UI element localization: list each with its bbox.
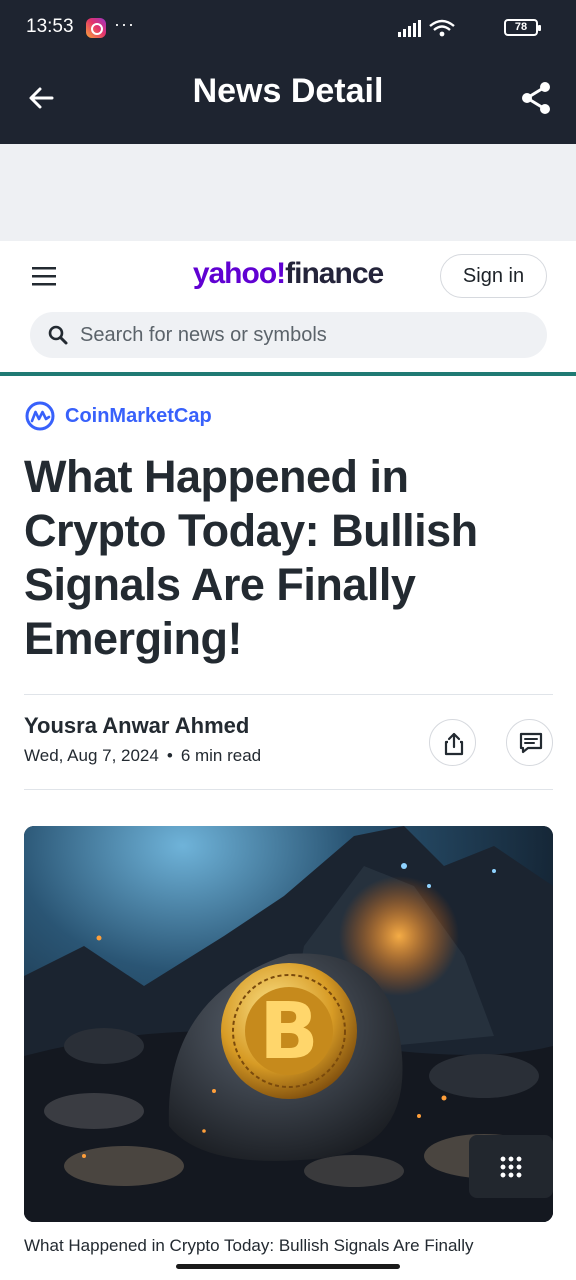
more-notifications-icon: ···	[114, 14, 135, 34]
share-icon[interactable]	[516, 78, 556, 118]
image-caption: What Happened in Crypto Today: Bullish S…	[24, 1236, 474, 1255]
search-icon	[48, 325, 68, 345]
comments-button[interactable]	[506, 719, 553, 766]
divider	[24, 694, 553, 695]
article-meta: Wed, Aug 7, 2024 • 6 min read	[24, 746, 262, 765]
search-placeholder: Search for news or symbols	[80, 324, 327, 346]
instagram-notification-icon	[86, 18, 106, 38]
grid-menu-button[interactable]	[469, 1135, 553, 1198]
signal-wifi-icons	[398, 19, 455, 37]
header-divider	[0, 372, 576, 376]
read-time: 6 min read	[180, 746, 262, 765]
comment-icon	[519, 732, 543, 754]
bitcoin-icon: B	[259, 987, 318, 1077]
coinmarketcap-logo-icon	[25, 401, 55, 431]
search-input[interactable]: Search for news or symbols	[30, 312, 547, 358]
share-upload-icon	[444, 732, 464, 756]
app-top-bar: 13:53 ··· 78 News Detail	[0, 0, 576, 144]
article-headline: What Happened in Crypto Today: Bullish S…	[24, 451, 478, 664]
divider	[24, 789, 553, 790]
share-article-button[interactable]	[429, 719, 476, 766]
status-time: 13:53	[26, 16, 74, 37]
publish-date: Wed, Aug 7, 2024	[24, 746, 159, 765]
sign-in-button[interactable]: Sign in	[440, 254, 547, 298]
source-name: CoinMarketCap	[65, 405, 212, 427]
home-indicator[interactable]	[176, 1264, 400, 1269]
battery-icon: 78	[504, 19, 541, 36]
page-title: News Detail	[192, 72, 384, 110]
grid-icon	[499, 1155, 523, 1179]
ad-placeholder	[0, 144, 576, 241]
author-name[interactable]: Yousra Anwar Ahmed	[24, 713, 249, 739]
